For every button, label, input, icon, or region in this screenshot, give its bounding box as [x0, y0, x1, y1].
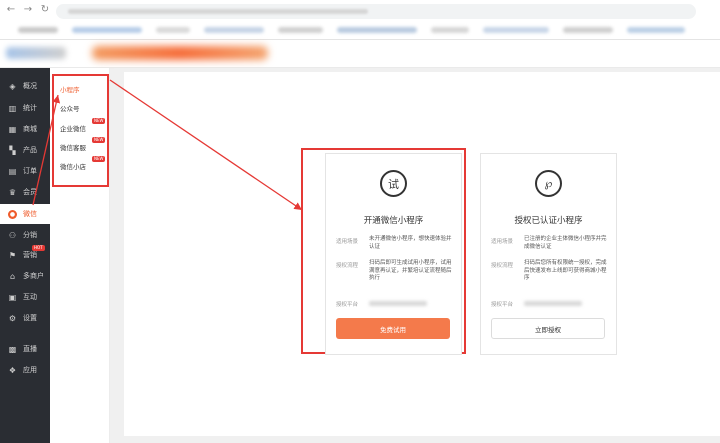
scene-label: 适用场景	[491, 239, 514, 245]
sidebar-item-label: 会员	[23, 188, 37, 196]
new-badge: NEW	[92, 156, 106, 162]
message-icon: ▣	[8, 292, 17, 302]
url-redacted	[68, 9, 368, 14]
sidebar-item-grid[interactable]: ▚ 产品	[0, 140, 50, 160]
platform-label: 授权平台	[336, 302, 359, 308]
sidebar-item-live[interactable]: ▩ 直播	[0, 339, 50, 359]
submenu-item[interactable]: 企业微信	[60, 123, 86, 133]
sidebar-item-label: 概况	[23, 82, 37, 90]
submenu-item[interactable]: 小程序	[60, 84, 80, 94]
sidebar-item-message[interactable]: ▣ 互动	[0, 287, 50, 307]
process-text: 扫码后您所有权限统一授权，完成后快速发布上线即可获得商城小程序	[524, 260, 607, 281]
layers-icon: ◈	[9, 81, 16, 91]
flag-icon: ⚑	[8, 250, 17, 260]
apps-icon: ❖	[8, 365, 17, 375]
crown-icon: ♛	[8, 187, 17, 197]
browser-nav: ← → ↻	[6, 4, 50, 15]
sidebar-item-label: 统计	[23, 104, 37, 112]
bookmark-item[interactable]	[627, 27, 685, 33]
sidebar-item-layers[interactable]: ◈ 概况	[0, 76, 50, 96]
bookmark-item[interactable]	[563, 27, 613, 33]
authorize-button[interactable]: 立即授权	[491, 318, 605, 339]
sidebar-item-store[interactable]: ▦ 商城	[0, 119, 50, 139]
sidebar-item-shop[interactable]: ⌂ 多商户	[0, 266, 50, 286]
order-icon: ▤	[8, 166, 17, 176]
store-icon: ▦	[8, 124, 17, 134]
card-title: 开通微信小程序	[363, 216, 424, 226]
bookmark-item[interactable]	[337, 27, 417, 33]
bookmark-item[interactable]	[431, 27, 469, 33]
reload-icon[interactable]: ↻	[40, 4, 50, 15]
gear-icon: ⚙	[8, 313, 17, 323]
sidebar-item-chart[interactable]: ▥ 统计	[0, 98, 50, 118]
platform-label: 授权平台	[491, 302, 514, 308]
sidebar-item-label: 设置	[23, 314, 37, 322]
bookmark-item[interactable]	[483, 27, 549, 33]
new-badge: NEW	[92, 118, 106, 124]
process-text: 扫码后即可生成试用小程序，试用满意再认证，并繁培认证流程随后执行	[369, 260, 452, 281]
app-root: ← → ↻ ◈ 概况 ▥ 统计 ▦ 商城 ▚ 产品 ▤ 订单 ♛ 会员 ● 微信 ⚇ 分销 ⚑ 营销 HOT ⌂ 多商户…	[0, 0, 720, 443]
process-label: 授权流程	[491, 263, 514, 269]
forward-icon[interactable]: →	[23, 4, 33, 15]
sidebar-item-label: 应用	[23, 366, 37, 374]
bookmark-item[interactable]	[156, 27, 190, 33]
sidebar-item-label: 分销	[23, 231, 37, 239]
sidebar-item-label: 商城	[23, 125, 37, 133]
wechat-submenu: 小程序公众号企业微信 NEW 微信客服 NEW 微信小店 NEW	[50, 68, 110, 443]
bookmark-item[interactable]	[72, 27, 142, 33]
wechat-icon: ●	[8, 209, 17, 219]
platform-value-redacted	[524, 301, 582, 306]
users-icon: ⚇	[8, 230, 17, 240]
back-icon[interactable]: ←	[6, 4, 16, 15]
bookmarks-bar	[6, 24, 720, 36]
brand-banner-redacted	[92, 46, 268, 60]
grid-icon: ▚	[9, 145, 16, 155]
sidebar-item-label: 订单	[23, 167, 37, 175]
scene-label: 适用场景	[336, 239, 359, 245]
platform-value-redacted	[369, 301, 427, 306]
sidebar-item-label: 直播	[23, 345, 37, 353]
hot-badge: HOT	[32, 245, 45, 251]
address-bar[interactable]	[56, 4, 696, 19]
sidebar-item-wechat[interactable]: ● 微信	[0, 204, 50, 224]
submenu-item[interactable]: 微信客服	[60, 142, 86, 152]
card-authorize-miniprogram: ℘ 授权已认证小程序 适用场景 已注册的企业主体微信小程序并完成微信认证 授权流…	[480, 153, 617, 355]
process-label: 授权流程	[336, 263, 359, 269]
sidebar-item-order[interactable]: ▤ 订单	[0, 161, 50, 181]
sidebar-item-label: 多商户	[23, 272, 44, 280]
logo-redacted	[6, 47, 66, 59]
trial-icon: 试	[380, 170, 407, 197]
free-trial-button[interactable]: 免费试用	[336, 318, 450, 339]
sidebar-item-label: 微信	[23, 210, 37, 218]
bookmark-item[interactable]	[204, 27, 264, 33]
sidebar-item-gear[interactable]: ⚙ 设置	[0, 308, 50, 328]
submenu-item[interactable]: 微信小店	[60, 161, 86, 171]
card-title: 授权已认证小程序	[514, 216, 583, 226]
shop-icon: ⌂	[9, 271, 16, 281]
live-icon: ▩	[8, 344, 17, 354]
sidebar-item-apps[interactable]: ❖ 应用	[0, 360, 50, 380]
browser-chrome: ← → ↻	[0, 0, 720, 40]
sidebar-item-flag[interactable]: ⚑ 营销 HOT	[0, 245, 50, 265]
link-icon: ℘	[535, 170, 562, 197]
sidebar-item-users[interactable]: ⚇ 分销	[0, 225, 50, 245]
submenu-item[interactable]: 公众号	[60, 103, 80, 113]
sidebar-item-label: 营销	[23, 251, 37, 259]
bookmark-item[interactable]	[278, 27, 323, 33]
main-sidebar: ◈ 概况 ▥ 统计 ▦ 商城 ▚ 产品 ▤ 订单 ♛ 会员 ● 微信 ⚇ 分销 ⚑ 营销 HOT ⌂ 多商户 ▣ 互动 ⚙ 设置…	[0, 68, 50, 443]
chart-icon: ▥	[8, 103, 17, 113]
scene-text: 已注册的企业主体微信小程序并完成微信认证	[524, 236, 607, 250]
app-header	[0, 40, 720, 68]
sidebar-item-label: 互动	[23, 293, 37, 301]
scene-text: 未开通微信小程序，想快速体验并认证	[369, 236, 452, 250]
bookmark-item[interactable]	[18, 27, 58, 33]
new-badge: NEW	[92, 137, 106, 143]
card-open-miniprogram: 试 开通微信小程序 适用场景 未开通微信小程序，想快速体验并认证 授权流程 扫码…	[325, 153, 462, 355]
sidebar-item-label: 产品	[23, 146, 37, 154]
sidebar-item-crown[interactable]: ♛ 会员	[0, 182, 50, 202]
